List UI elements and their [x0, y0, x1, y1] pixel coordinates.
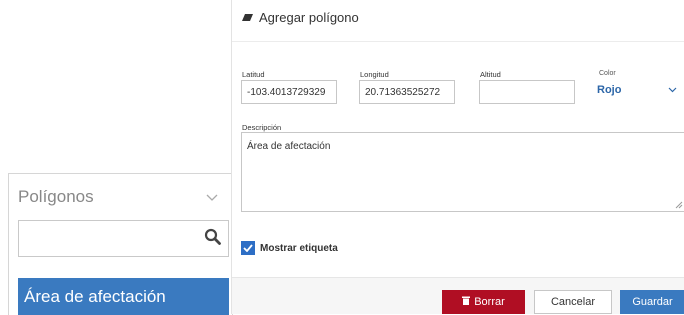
delete-button[interactable]: Borrar: [442, 290, 525, 314]
description-field[interactable]: Área de afectación: [241, 132, 684, 212]
description-label: Descripción: [242, 123, 282, 132]
polygons-dropdown[interactable]: Polígonos: [9, 174, 232, 220]
delete-button-label: Borrar: [474, 296, 505, 308]
list-item[interactable]: Área de afectación: [18, 278, 229, 315]
eraser-icon: [242, 12, 253, 24]
altitude-label: Altitud: [480, 70, 501, 79]
polygons-dropdown-label: Polígonos: [18, 187, 94, 206]
chevron-down-icon: [206, 189, 218, 205]
form-footer: Borrar Cancelar Guardar: [232, 278, 684, 314]
polygons-search-input[interactable]: [18, 220, 229, 257]
color-label: Color: [599, 70, 616, 77]
color-select-value: Rojo: [597, 84, 622, 96]
polygons-panel: Polígonos Área de afectación: [8, 173, 233, 315]
cancel-button[interactable]: Cancelar: [534, 290, 612, 314]
altitude-field[interactable]: [479, 80, 575, 104]
form-title-row: Agregar polígono: [242, 10, 359, 25]
longitude-field[interactable]: 20.71363525272: [359, 80, 455, 104]
color-select[interactable]: Rojo: [597, 80, 677, 100]
divider: [232, 41, 684, 42]
show-label-text: Mostrar etiqueta: [260, 242, 338, 254]
resize-grip-icon[interactable]: [675, 201, 683, 209]
trash-icon: [462, 296, 471, 308]
show-label-row: Mostrar etiqueta: [241, 241, 338, 255]
latitude-label: Latitud: [242, 70, 265, 79]
save-button[interactable]: Guardar: [620, 290, 684, 314]
show-label-checkbox[interactable]: [241, 241, 255, 255]
longitude-label: Longitud: [360, 70, 389, 79]
latitude-field[interactable]: -103.4013729329: [241, 80, 337, 104]
search-icon[interactable]: [204, 228, 222, 246]
chevron-down-icon: [668, 85, 677, 95]
form-title: Agregar polígono: [259, 10, 359, 25]
description-value: Área de afectación: [247, 141, 331, 152]
add-polygon-form: Agregar polígono Latitud -103.4013729329…: [231, 0, 684, 314]
